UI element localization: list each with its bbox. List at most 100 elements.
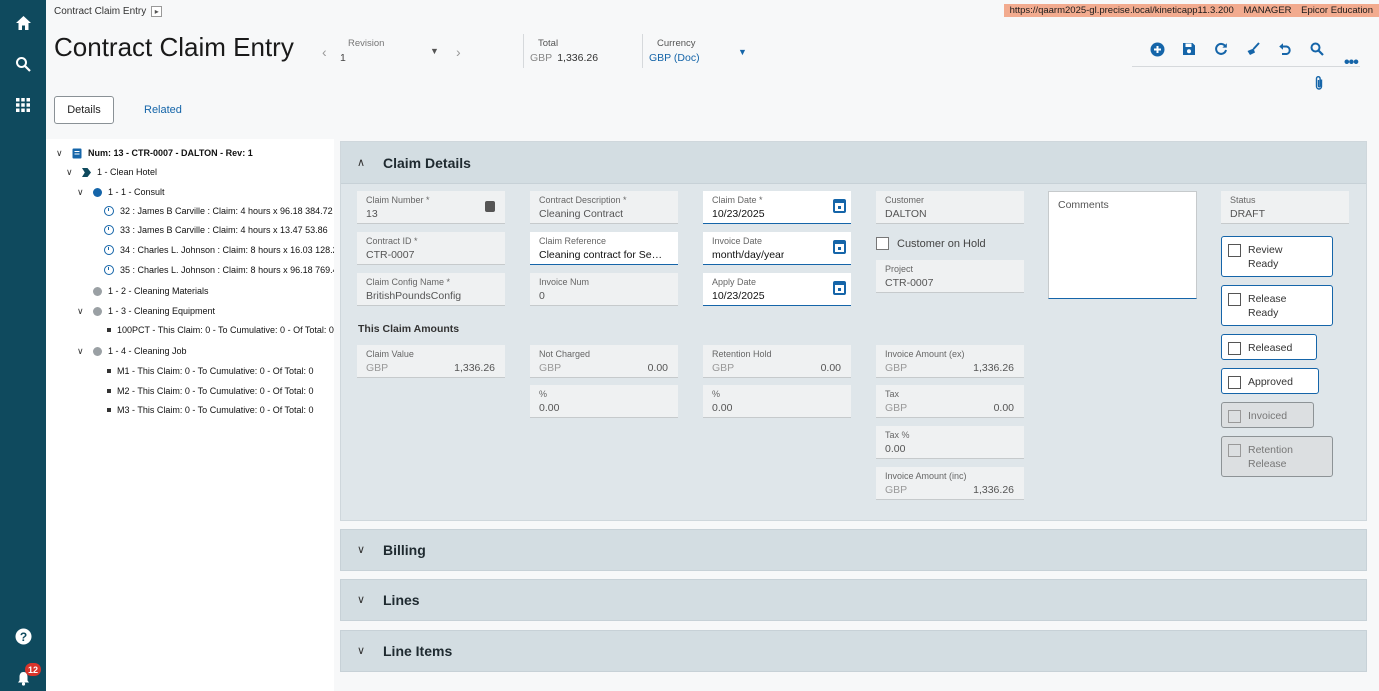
bullet-square-icon: [107, 408, 111, 412]
tab-related[interactable]: Related: [144, 104, 182, 116]
collapse-chevron-icon[interactable]: ∨: [77, 306, 87, 317]
more-options-icon[interactable]: •••: [1344, 54, 1359, 72]
checkbox-box[interactable]: [1228, 293, 1241, 306]
currency-label: Currency: [657, 38, 696, 49]
help-icon[interactable]: ?: [13, 626, 33, 646]
tree-node-claim-34[interactable]: 34 : Charles L. Johnson : Claim: 8 hours…: [104, 243, 334, 257]
tree-node-label: 32 : James B Carville : Claim: 4 hours x…: [120, 206, 333, 216]
field-value: 0.00: [539, 402, 560, 414]
checkbox-box: [1228, 410, 1241, 423]
tree-node-clean-hotel[interactable]: ∨ 1 - Clean Hotel: [66, 165, 157, 179]
lookup-search-icon[interactable]: [485, 201, 495, 212]
refresh-icon[interactable]: [1212, 40, 1230, 58]
collapse-chevron-up-icon[interactable]: ∧: [357, 156, 365, 169]
collapse-chevron-icon[interactable]: ∨: [66, 167, 76, 178]
invoice-num-field[interactable]: Invoice Num 0: [530, 273, 678, 306]
review-ready-toggle[interactable]: Review Ready: [1221, 236, 1333, 277]
apply-date-field[interactable]: Apply Date 10/23/2025: [703, 273, 851, 306]
field-label: Invoice Num: [539, 277, 590, 287]
claim-config-field[interactable]: Claim Config Name * BritishPoundsConfig: [357, 273, 505, 306]
checkbox-box[interactable]: [1228, 376, 1241, 389]
collapse-chevron-icon[interactable]: ∨: [56, 148, 66, 159]
invoice-date-field[interactable]: Invoice Date month/day/year: [703, 232, 851, 265]
add-new-icon[interactable]: [1148, 40, 1166, 58]
tree-node-m1[interactable]: M1 - This Claim: 0 - To Cumulative: 0 - …: [107, 364, 314, 378]
approved-toggle[interactable]: Approved: [1221, 368, 1319, 394]
release-ready-toggle[interactable]: Release Ready: [1221, 285, 1333, 326]
tax-percent-field: Tax % 0.00: [876, 426, 1024, 459]
customer-field[interactable]: Customer DALTON: [876, 191, 1024, 224]
contract-id-field[interactable]: Contract ID * CTR-0007: [357, 232, 505, 265]
expand-chevron-down-icon[interactable]: ∨: [357, 543, 365, 556]
clear-broom-icon[interactable]: [1244, 40, 1262, 58]
field-label: Claim Config Name *: [366, 277, 451, 287]
home-icon[interactable]: [13, 13, 33, 33]
undo-icon[interactable]: [1276, 40, 1294, 58]
tree-node-m2[interactable]: M2 - This Claim: 0 - To Cumulative: 0 - …: [107, 384, 314, 398]
tree-node-cleaning-equipment[interactable]: ∨ 1 - 3 - Cleaning Equipment: [77, 304, 215, 318]
calendar-icon[interactable]: [833, 199, 846, 213]
total-label: Total: [538, 38, 559, 49]
field-value: 0.00: [993, 402, 1014, 414]
claim-reference-field[interactable]: Claim Reference Cleaning contract for Se…: [530, 232, 678, 265]
checkbox-label: Customer on Hold: [897, 237, 986, 250]
apps-grid-icon[interactable]: [13, 95, 33, 115]
tree-node-claim-35[interactable]: 35 : Charles L. Johnson : Claim: 8 hours…: [104, 263, 334, 277]
inactive-hexagon-icon: [93, 286, 102, 296]
status-field: Status DRAFT: [1221, 191, 1349, 224]
save-icon[interactable]: [1180, 40, 1198, 58]
checkbox-box[interactable]: [876, 237, 889, 250]
field-label: Invoice Date: [712, 236, 763, 246]
currency-dropdown-icon[interactable]: ▼: [738, 47, 747, 57]
search-icon[interactable]: [13, 54, 33, 74]
tree-node-cleaning-job[interactable]: ∨ 1 - 4 - Cleaning Job: [77, 344, 187, 358]
search-icon[interactable]: [1308, 40, 1326, 58]
contract-description-field[interactable]: Contract Description * Cleaning Contract: [530, 191, 678, 224]
field-label: Project: [885, 264, 914, 274]
tree-node-cleaning-materials[interactable]: 1 - 2 - Cleaning Materials: [93, 284, 209, 298]
revision-next-chevron-icon[interactable]: ›: [456, 44, 461, 60]
bullet-square-icon: [107, 328, 111, 332]
checkbox-box[interactable]: [1228, 342, 1241, 355]
env-company: Epicor Education: [1301, 5, 1373, 16]
tree-node-claim-32[interactable]: 32 : James B Carville : Claim: 4 hours x…: [104, 204, 333, 218]
calendar-icon[interactable]: [833, 240, 846, 254]
field-label: Claim Number *: [366, 195, 430, 205]
revision-prev-chevron-icon[interactable]: ‹: [322, 44, 327, 60]
tab-details[interactable]: Details: [54, 96, 114, 124]
tree-node-claim-33[interactable]: 33 : James B Carville : Claim: 4 hours x…: [104, 223, 328, 237]
breadcrumb-expand-icon[interactable]: ▸: [151, 6, 163, 17]
collapse-chevron-icon[interactable]: ∨: [77, 346, 87, 357]
expand-chevron-down-icon[interactable]: ∨: [357, 593, 365, 606]
revision-value[interactable]: 1: [340, 52, 346, 64]
revision-selector: ‹ Revision 1 ▼ ›: [322, 38, 472, 68]
claim-number-field[interactable]: Claim Number * 13: [357, 191, 505, 224]
collapse-chevron-icon[interactable]: ∨: [77, 187, 87, 198]
claim-details-header[interactable]: ∧ Claim Details: [341, 142, 1366, 184]
tree-node-100pct[interactable]: 100PCT - This Claim: 0 - To Cumulative: …: [107, 323, 334, 337]
customer-on-hold-checkbox[interactable]: Customer on Hold: [876, 237, 986, 250]
comments-textarea[interactable]: Comments: [1048, 191, 1197, 299]
released-toggle[interactable]: Released: [1221, 334, 1317, 360]
expand-chevron-down-icon[interactable]: ∨: [357, 644, 365, 657]
checkbox-box[interactable]: [1228, 244, 1241, 257]
line-items-panel-header[interactable]: ∨ Line Items: [340, 630, 1367, 672]
currency-code: GBP: [712, 362, 735, 374]
revision-dropdown-icon[interactable]: ▼: [430, 46, 439, 56]
currency-selector[interactable]: Currency GBP (Doc): [649, 38, 700, 64]
tree-node-label: M2 - This Claim: 0 - To Cumulative: 0 - …: [117, 386, 314, 396]
tree-node-label: 1 - Clean Hotel: [97, 167, 158, 177]
calendar-icon[interactable]: [833, 281, 846, 295]
field-label: Status: [1230, 195, 1256, 205]
project-field[interactable]: Project CTR-0007: [876, 260, 1024, 293]
attachment-paperclip-icon[interactable]: [1313, 75, 1327, 91]
lines-panel-header[interactable]: ∨ Lines: [340, 579, 1367, 621]
claim-date-field[interactable]: Claim Date * 10/23/2025: [703, 191, 851, 224]
billing-panel-header[interactable]: ∨ Billing: [340, 529, 1367, 571]
tree-node-consult[interactable]: ∨ 1 - 1 - Consult: [77, 185, 165, 199]
notification-count-badge: 12: [25, 663, 41, 676]
checkbox-box: [1228, 444, 1241, 457]
tree-node-m3[interactable]: M3 - This Claim: 0 - To Cumulative: 0 - …: [107, 403, 314, 417]
tree-node-root[interactable]: ∨ Num: 13 - CTR-0007 - DALTON - Rev: 1: [56, 146, 253, 160]
currency-value[interactable]: GBP (Doc): [649, 52, 700, 64]
